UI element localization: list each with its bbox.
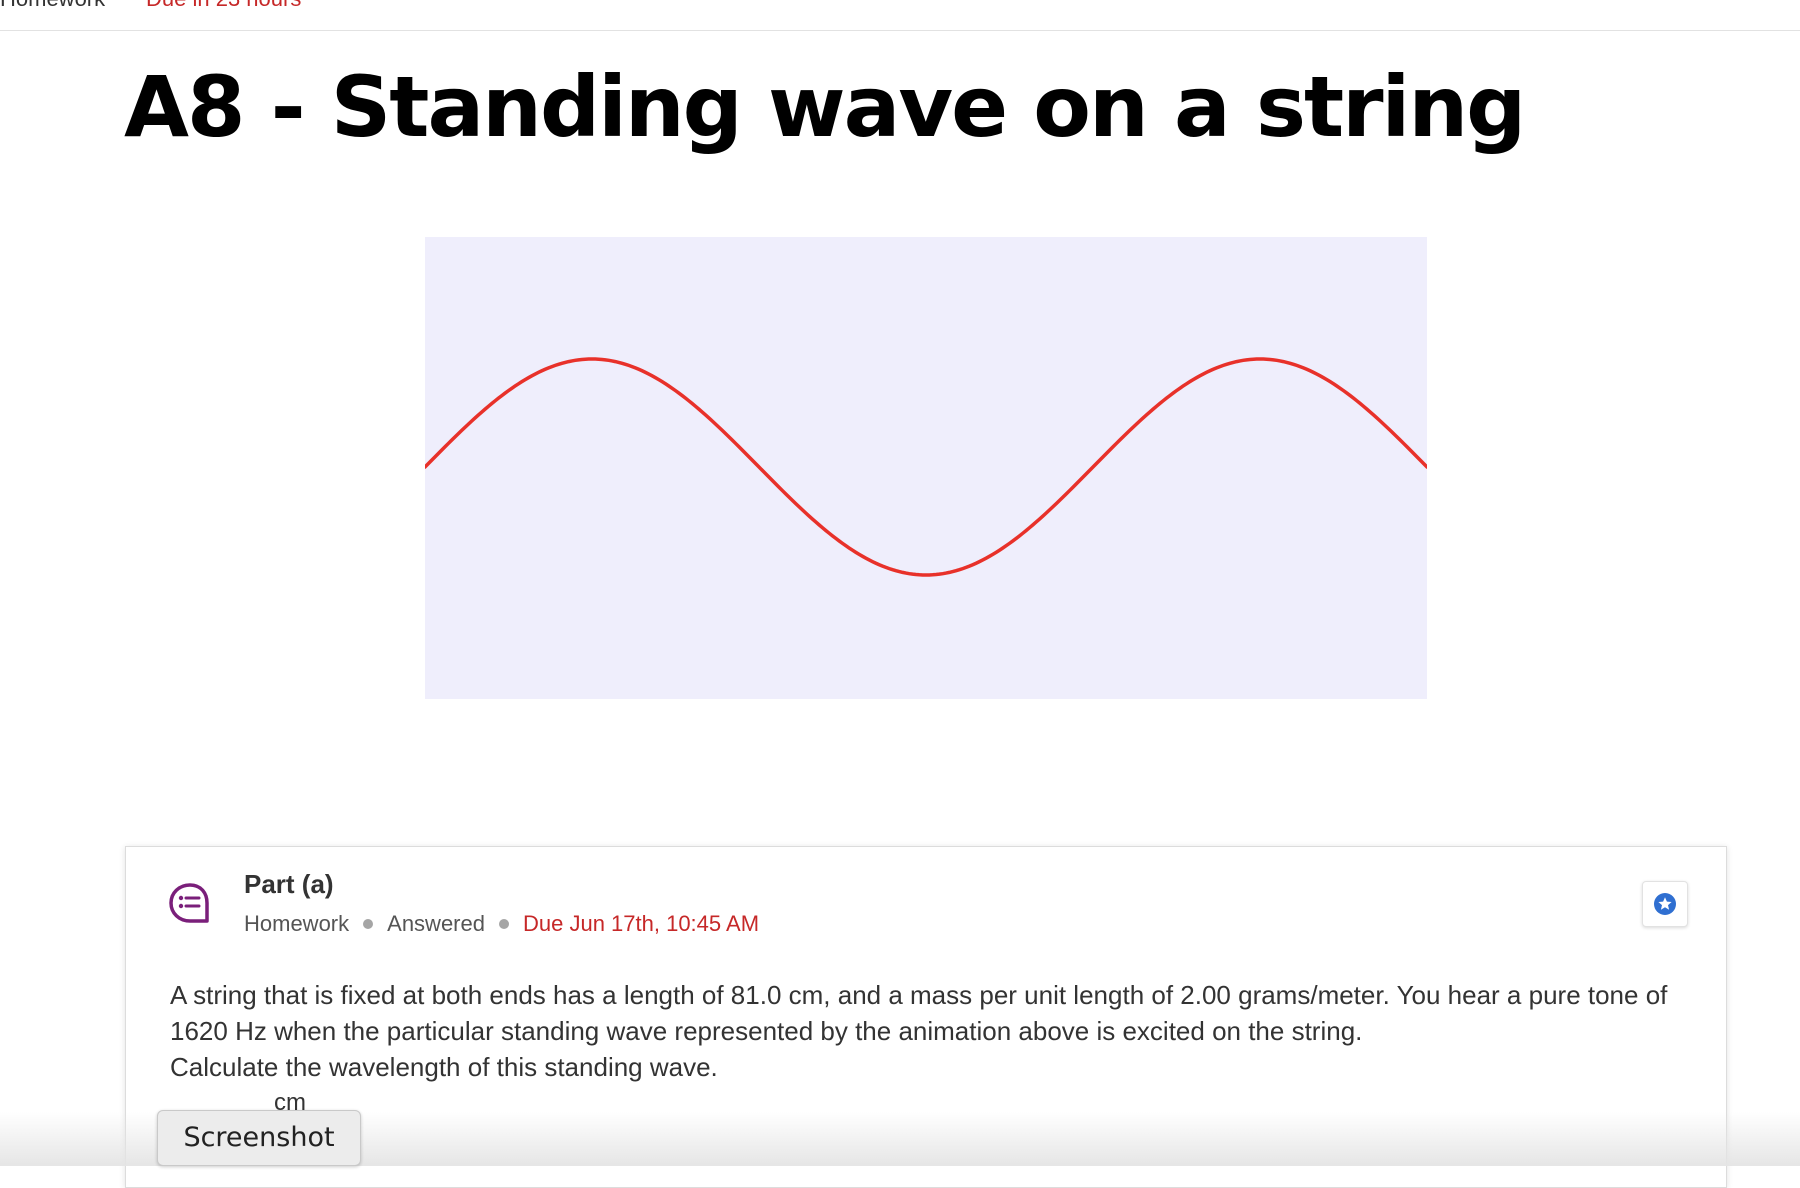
wave-canvas [425, 357, 1427, 577]
question-paragraph: A string that is fixed at both ends has … [170, 980, 1668, 1046]
page-title: A8 - Standing wave on a string [124, 58, 1526, 156]
favorite-button[interactable] [1642, 881, 1688, 927]
meta-separator-dot [498, 919, 509, 929]
screenshot-button[interactable]: Screenshot [157, 1110, 361, 1166]
standing-wave-line [425, 357, 1427, 577]
star-circle-icon [1654, 893, 1676, 915]
top-header-strip: Homework Due in 23 hours [0, 0, 1800, 31]
meta-separator-dot [363, 919, 374, 929]
part-title: Part (a) [244, 869, 334, 899]
part-meta: Homework Answered Due Jun 17th, 10:45 AM [244, 911, 759, 937]
question-text: A string that is fixed at both ends has … [170, 977, 1710, 1085]
breadcrumb-homework[interactable]: Homework [0, 0, 105, 10]
part-due-date: Due Jun 17th, 10:45 AM [522, 911, 760, 936]
part-status-label: Answered [387, 911, 485, 936]
part-type-label: Homework [244, 911, 350, 936]
question-prompt: Calculate the wavelength of this standin… [170, 1052, 718, 1082]
breadcrumb-due-status: Due in 23 hours [146, 0, 301, 10]
question-chat-icon [169, 883, 209, 923]
standing-wave-animation [425, 237, 1427, 699]
